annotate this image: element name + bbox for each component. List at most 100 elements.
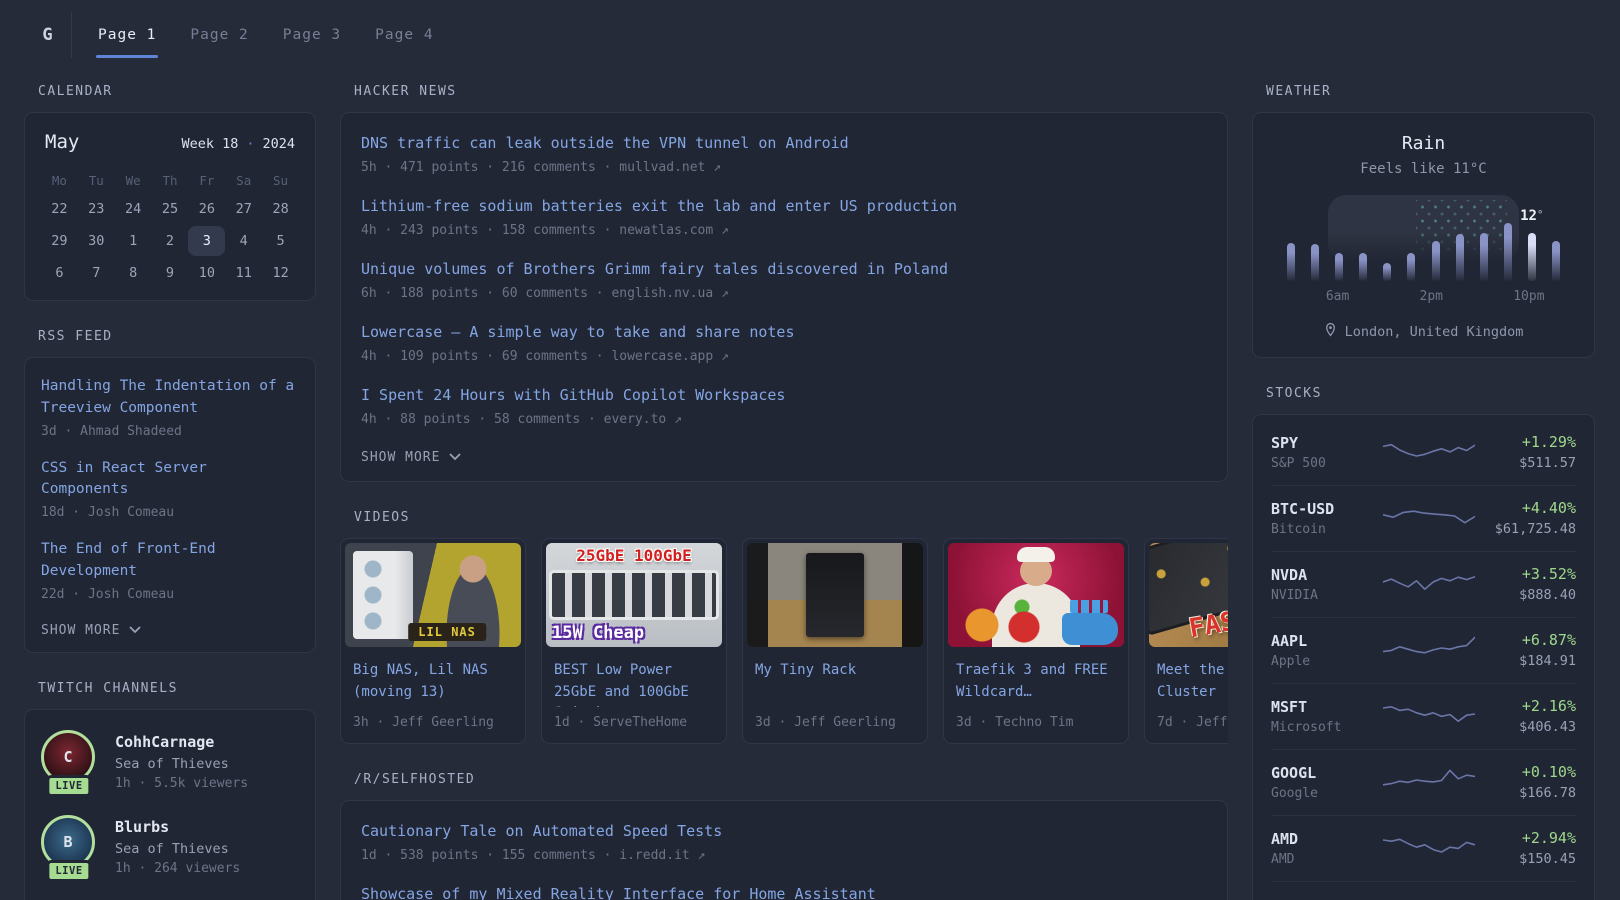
twitch-channel-game: Sea of Thieves xyxy=(115,841,240,857)
calendar-day[interactable]: 8 xyxy=(115,258,152,288)
stock-sparkline xyxy=(1383,699,1475,729)
hn-item-title[interactable]: Lithium-free sodium batteries exit the l… xyxy=(361,196,1207,217)
table-row: GOOGL Google +0.10% $166.78 xyxy=(1271,750,1576,816)
calendar-day[interactable]: 25 xyxy=(152,194,189,224)
stock-name: NVIDIA xyxy=(1271,588,1383,603)
rss-item-title[interactable]: CSS in React Server Components xyxy=(41,458,299,502)
weather-time-label xyxy=(1490,289,1513,304)
stocks-section-header: STOCKS xyxy=(1266,386,1595,401)
video-card: Traefik 3 and FREE Wildcard… 3d · Techno… xyxy=(943,538,1129,744)
calendar-day[interactable]: 29 xyxy=(41,226,78,256)
video-thumbnail[interactable]: LIL NAS xyxy=(345,543,521,647)
hn-show-more-button[interactable]: SHOW MORE xyxy=(361,450,461,465)
calendar-day[interactable]: 2 xyxy=(152,226,189,256)
table-row: SPY S&P 500 +1.29% $511.57 xyxy=(1271,420,1576,486)
rss-item-title[interactable]: The End of Front-End Development xyxy=(41,539,299,583)
rss-show-more-button[interactable]: SHOW MORE xyxy=(41,623,141,638)
calendar-day[interactable]: 9 xyxy=(152,258,189,288)
twitch-channel-name[interactable]: Blurbs xyxy=(115,818,240,836)
reddit-item-title[interactable]: Showcase of my Mixed Reality Interface f… xyxy=(361,884,1207,900)
twitch-channel-info: Blurbs Sea of Thieves 1h · 264 viewers xyxy=(115,815,240,876)
page-tabs: Page 1 Page 2 Page 3 Page 4 xyxy=(96,12,436,58)
calendar-day[interactable]: 10 xyxy=(188,258,225,288)
weather-widget: Rain Feels like 11°C 12° 6am2pm10pm Lon xyxy=(1252,112,1595,358)
weather-bar xyxy=(1399,253,1423,281)
hn-item-title[interactable]: Lowercase – A simple way to take and sha… xyxy=(361,322,1207,343)
video-title[interactable]: Big NAS, Lil NAS (moving 13) xyxy=(341,651,525,707)
hn-item-title[interactable]: I Spent 24 Hours with GitHub Copilot Wor… xyxy=(361,385,1207,406)
stock-id: BTC-USD Bitcoin xyxy=(1271,500,1383,537)
stock-symbol[interactable]: SPY xyxy=(1271,434,1383,452)
server-rack-art xyxy=(806,553,864,637)
calendar-day[interactable]: 3 xyxy=(188,226,225,256)
app-logo[interactable]: G xyxy=(24,12,72,58)
video-thumbnail[interactable] xyxy=(948,543,1124,647)
list-item: DNS traffic can leak outside the VPN tun… xyxy=(361,133,1207,175)
calendar-day[interactable]: 26 xyxy=(188,194,225,224)
hn-item-meta: 4h · 88 points · 58 comments · every.to … xyxy=(361,412,1207,427)
list-item: Unique volumes of Brothers Grimm fairy t… xyxy=(361,259,1207,301)
calendar-section-header: CALENDAR xyxy=(38,84,316,99)
stock-symbol[interactable]: MSFT xyxy=(1271,698,1383,716)
video-thumbnail[interactable] xyxy=(747,543,923,647)
stock-name: Bitcoin xyxy=(1271,522,1383,537)
video-card: FAST Meet the new Linux Cluster 7d · Jef… xyxy=(1144,538,1228,744)
stock-sparkline xyxy=(1383,633,1475,663)
twitch-channel-info: CohhCarnage Sea of Thieves 1h · 5.5k vie… xyxy=(115,730,248,791)
stock-price: $511.57 xyxy=(1475,455,1576,471)
weather-section-header: WEATHER xyxy=(1266,84,1595,99)
top-nav: G Page 1 Page 2 Page 3 Page 4 xyxy=(24,12,1595,58)
calendar-day[interactable]: 28 xyxy=(262,194,299,224)
network-switch-art xyxy=(552,573,716,617)
stock-values: +2.94% $150.45 xyxy=(1475,829,1576,867)
hn-item-title[interactable]: DNS traffic can leak outside the VPN tun… xyxy=(361,133,1207,154)
stock-price: $406.43 xyxy=(1475,719,1576,735)
calendar-day[interactable]: 7 xyxy=(78,258,115,288)
calendar-day[interactable]: 22 xyxy=(41,194,78,224)
tab-page-4[interactable]: Page 4 xyxy=(373,12,435,58)
weather-bar xyxy=(1496,223,1520,281)
calendar-day[interactable]: 30 xyxy=(78,226,115,256)
video-card: 25GbE 100GbE 15W Cheap BEST Low Power 25… xyxy=(541,538,727,744)
calendar-day[interactable]: 11 xyxy=(225,258,262,288)
reddit-item-title[interactable]: Cautionary Tale on Automated Speed Tests xyxy=(361,821,1207,842)
video-thumbnail[interactable]: 25GbE 100GbE 15W Cheap xyxy=(546,543,722,647)
twitch-channel-name[interactable]: CohhCarnage xyxy=(115,733,248,751)
weather-section: WEATHER Rain Feels like 11°C 12° 6am2pm1… xyxy=(1252,84,1595,358)
stock-symbol[interactable]: AMD xyxy=(1271,830,1383,848)
calendar-day[interactable]: 1 xyxy=(115,226,152,256)
calendar-day[interactable]: 12 xyxy=(262,258,299,288)
calendar-day[interactable]: 4 xyxy=(225,226,262,256)
video-title[interactable]: My Tiny Rack xyxy=(743,651,927,707)
list-item: Cautionary Tale on Automated Speed Tests… xyxy=(361,821,1207,863)
video-title[interactable]: Meet the new Linux Cluster xyxy=(1145,651,1228,707)
video-title[interactable]: BEST Low Power 25GbE and 100GbE Switch… xyxy=(542,651,726,707)
stock-symbol[interactable]: GOOGL xyxy=(1271,764,1383,782)
tab-page-2[interactable]: Page 2 xyxy=(188,12,250,58)
tab-page-3[interactable]: Page 3 xyxy=(281,12,343,58)
calendar-day[interactable]: 6 xyxy=(41,258,78,288)
calendar-day[interactable]: 27 xyxy=(225,194,262,224)
calendar-day[interactable]: 24 xyxy=(115,194,152,224)
stock-symbol[interactable]: AAPL xyxy=(1271,632,1383,650)
video-title[interactable]: Traefik 3 and FREE Wildcard… xyxy=(944,651,1128,707)
calendar-day[interactable]: 23 xyxy=(78,194,115,224)
stock-sparkline xyxy=(1383,831,1475,861)
videos-row: LIL NAS Big NAS, Lil NAS (moving 13) 3h … xyxy=(340,538,1228,744)
video-thumbnail[interactable]: FAST xyxy=(1149,543,1228,647)
weekday-label: Su xyxy=(262,173,299,188)
hn-item-meta: 6h · 188 points · 60 comments · english.… xyxy=(361,286,1207,301)
stock-symbol[interactable]: BTC-USD xyxy=(1271,500,1383,518)
twitch-section: TWITCH CHANNELS C LIVE CohhCarnage Sea o… xyxy=(24,681,316,900)
hn-item-title[interactable]: Unique volumes of Brothers Grimm fairy t… xyxy=(361,259,1207,280)
weekday-label: Sa xyxy=(225,173,262,188)
weather-time-label xyxy=(1302,289,1325,304)
rss-item-title[interactable]: Handling The Indentation of a Treeview C… xyxy=(41,376,299,420)
video-meta: 1d · ServeTheHome xyxy=(542,707,726,743)
weather-location[interactable]: London, United Kingdom xyxy=(1269,322,1578,341)
weather-bar xyxy=(1303,244,1327,281)
calendar-day[interactable]: 5 xyxy=(262,226,299,256)
weather-time-label xyxy=(1443,289,1466,304)
tab-page-1[interactable]: Page 1 xyxy=(96,12,158,58)
stock-symbol[interactable]: NVDA xyxy=(1271,566,1383,584)
